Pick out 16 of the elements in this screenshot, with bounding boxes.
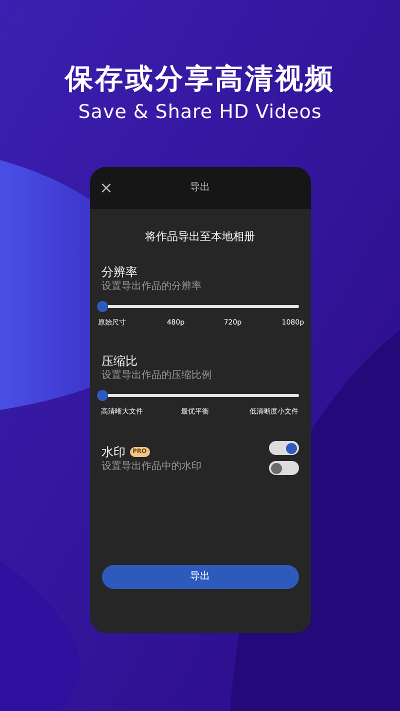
setting-description: 设置导出作品中的水印 bbox=[102, 461, 202, 473]
close-button[interactable]: × bbox=[100, 180, 113, 196]
dialog-heading: 将作品导出至本地相册 bbox=[144, 228, 256, 244]
export-button[interactable]: 导出 bbox=[102, 564, 298, 588]
setting-title: 分辨率 bbox=[102, 264, 138, 280]
setting-title: 水印 bbox=[102, 444, 126, 460]
setting-description: 设置导出作品的分辨率 bbox=[102, 281, 202, 293]
slider-thumb[interactable] bbox=[96, 390, 108, 401]
toggle-switch[interactable] bbox=[268, 461, 298, 475]
slider-thumb[interactable] bbox=[96, 301, 108, 312]
headline: 保存或分享高清视频 bbox=[65, 62, 335, 96]
dialog-title: 导出 bbox=[190, 180, 210, 195]
setting-description: 设置导出作品的压缩比例 bbox=[102, 370, 212, 382]
toggle-switch[interactable] bbox=[268, 441, 298, 455]
setting-title: 压缩比 bbox=[102, 353, 138, 370]
subheadline: Save & Share HD Videos bbox=[78, 100, 322, 125]
